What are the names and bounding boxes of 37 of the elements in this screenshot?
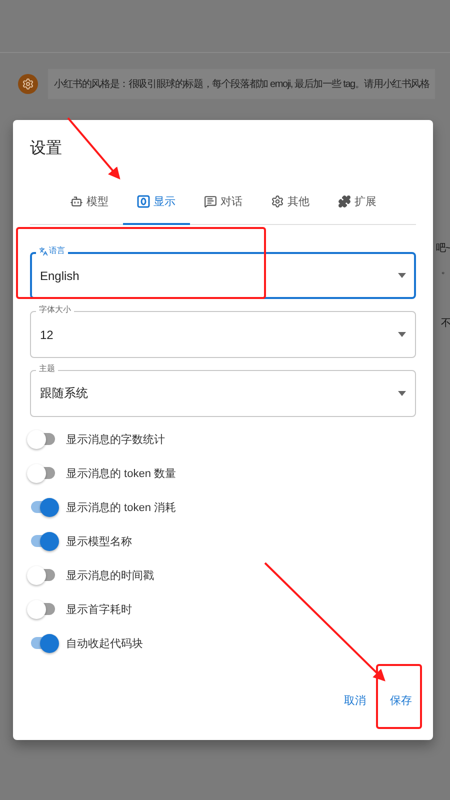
- toggle-label: 显示模型名称: [66, 535, 132, 549]
- caret-icon: [398, 332, 406, 337]
- translate-icon: [39, 246, 48, 256]
- toggle-label: 显示首字耗时: [66, 602, 132, 617]
- highlight-frame: [376, 664, 422, 729]
- select-field[interactable]: 语言 English: [30, 246, 416, 299]
- field-label: 语言: [36, 246, 68, 256]
- message-fragment: 。: [441, 264, 450, 277]
- dialog-title: 设置: [30, 139, 62, 159]
- display-icon: [136, 195, 150, 208]
- toggle-label: 自动收起代码块: [66, 637, 143, 651]
- toggle-label: 显示消息的 token 消耗: [66, 501, 176, 515]
- message-fragment: 不: [441, 317, 450, 330]
- field-label: 字体大小: [36, 305, 74, 315]
- select-field[interactable]: 主题 跟随系统: [30, 364, 416, 417]
- tab[interactable]: 扩展: [324, 181, 390, 225]
- message-fragment: 吧~: [436, 242, 450, 255]
- annotation-arrow: [67, 117, 120, 180]
- puzzle-icon: [338, 195, 350, 208]
- caret-icon: [398, 273, 406, 278]
- caret-icon: [398, 391, 406, 396]
- field-label: 主题: [36, 364, 58, 374]
- tab[interactable]: 其他: [256, 181, 324, 225]
- tab[interactable]: 显示: [122, 181, 190, 225]
- toggle-label: 显示消息的 token 数量: [66, 467, 176, 481]
- message-text: 小红书的风格是：很吸引眼球的标题，每个段落都加 emoji, 最后加一些 tag。请用小红书风格: [48, 69, 436, 99]
- toggle-label: 显示消息的字数统计: [66, 432, 165, 447]
- tab[interactable]: 对话: [190, 181, 256, 225]
- toggle-label: 显示消息的时间戳: [66, 569, 154, 583]
- robot-icon: [70, 195, 82, 208]
- gear-icon: [22, 78, 34, 90]
- gear-icon: [270, 195, 284, 208]
- tab[interactable]: 模型: [56, 181, 122, 225]
- cancel-button[interactable]: 取消: [336, 687, 374, 714]
- select-field[interactable]: 字体大小 12: [30, 305, 416, 358]
- chat-icon: [204, 195, 216, 208]
- save-button[interactable]: 保存: [382, 687, 420, 714]
